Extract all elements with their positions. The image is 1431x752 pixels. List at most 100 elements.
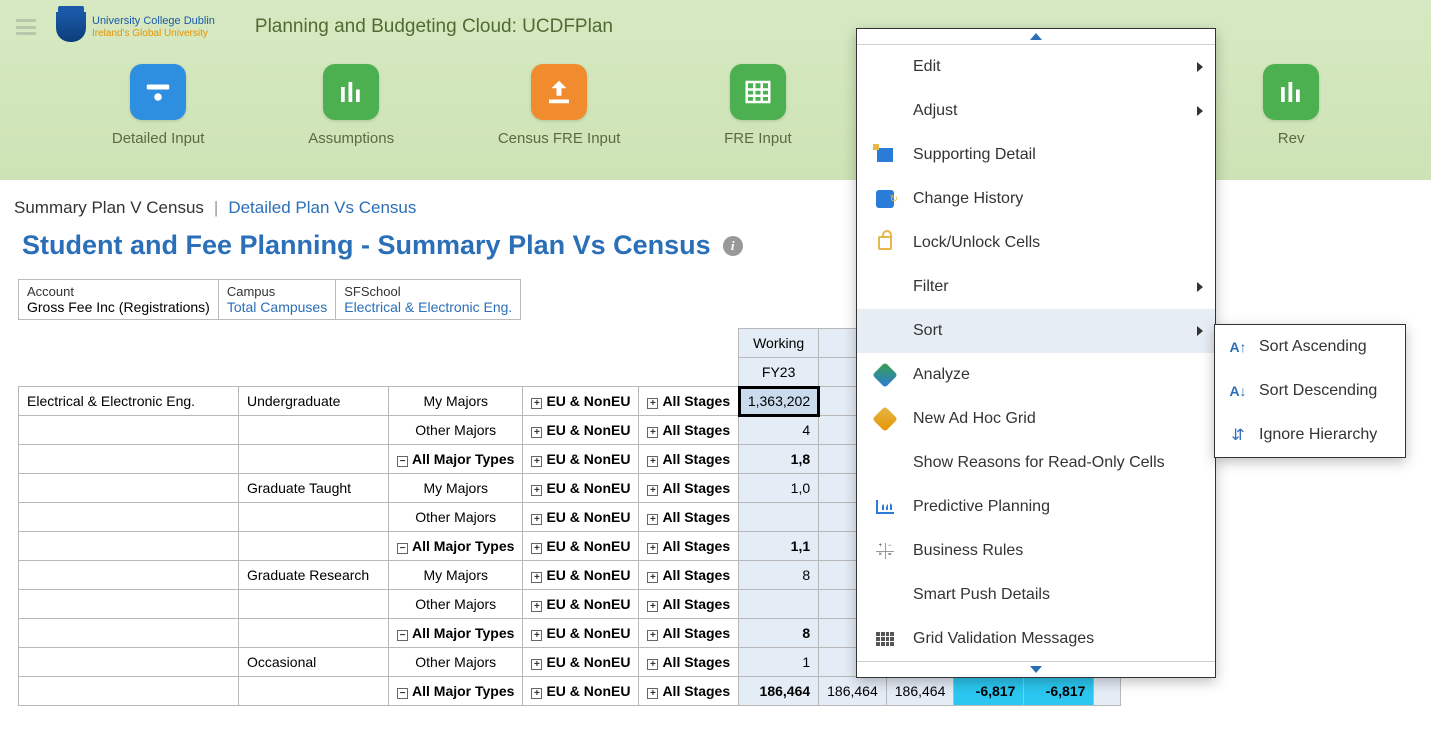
cell-value[interactable] [739,503,819,532]
row-stage[interactable]: +All Stages [639,503,739,532]
row-level[interactable] [239,619,389,648]
cell-value[interactable]: 1 [739,648,819,677]
cell-value[interactable]: 1,363,202 [739,387,819,416]
cell-value[interactable]: 1,8 [739,445,819,474]
cell-value[interactable]: 186,464 [739,677,819,706]
row-eu[interactable]: +EU & NonEU [523,387,639,416]
row-major[interactable]: Other Majors [389,590,523,619]
row-stage[interactable]: +All Stages [639,387,739,416]
variance-2[interactable]: -6,817 [1024,677,1094,706]
row-major[interactable]: −All Major Types [389,445,523,474]
row-level[interactable] [239,445,389,474]
row-dim [19,445,239,474]
cell-value[interactable]: 1,1 [739,532,819,561]
submenu-label: Ignore Hierarchy [1259,426,1377,444]
menu-business-rules[interactable]: +−×= Business Rules [857,529,1215,573]
row-level[interactable]: Graduate Research [239,561,389,590]
menu-icon[interactable] [16,19,36,35]
row-major[interactable]: Other Majors [389,648,523,677]
menu-analyze[interactable]: Analyze [857,353,1215,397]
nav-item-assumptions[interactable]: Assumptions [308,64,394,147]
menu-grid-validation-messages[interactable]: Grid Validation Messages [857,617,1215,661]
menu-item-icon [873,101,897,121]
nav-item-detailed-input[interactable]: Detailed Input [112,64,205,147]
row-eu[interactable]: +EU & NonEU [523,648,639,677]
menu-adjust[interactable]: Adjust [857,89,1215,133]
cell-value[interactable]: 1,0 [739,474,819,503]
row-major[interactable]: −All Major Types [389,677,523,706]
breadcrumb-link[interactable]: Detailed Plan Vs Census [228,198,416,218]
row-level[interactable] [239,503,389,532]
row-stage[interactable]: +All Stages [639,619,739,648]
menu-item-icon [873,189,897,209]
row-major[interactable]: Other Majors [389,503,523,532]
pov-school[interactable]: SFSchool Electrical & Electronic Eng. [336,280,520,319]
nav-item-rev[interactable]: Rev [1263,64,1319,147]
row-eu[interactable]: +EU & NonEU [523,532,639,561]
variance-1[interactable]: -6,817 [954,677,1024,706]
row-stage[interactable]: +All Stages [639,590,739,619]
menu-new-ad-hoc-grid[interactable]: New Ad Hoc Grid [857,397,1215,441]
row-level[interactable] [239,416,389,445]
row-major[interactable]: Other Majors [389,416,523,445]
submenu-sort-ascending[interactable]: A↑Sort Ascending [1215,325,1405,369]
menu-filter[interactable]: Filter [857,265,1215,309]
row-major[interactable]: −All Major Types [389,619,523,648]
row-eu[interactable]: +EU & NonEU [523,445,639,474]
row-level[interactable] [239,677,389,706]
row-level[interactable]: Graduate Taught [239,474,389,503]
row-level[interactable] [239,590,389,619]
cell-value[interactable]: 8 [739,619,819,648]
pov-campus[interactable]: Campus Total Campuses [219,280,336,319]
nav-item-fre-input[interactable]: FRE Input [724,64,792,147]
menu-item-icon [873,453,897,473]
sort-submenu[interactable]: A↑Sort AscendingA↓Sort Descending⇵Ignore… [1214,324,1406,458]
menu-scroll-down[interactable] [857,661,1215,677]
row-eu[interactable]: +EU & NonEU [523,561,639,590]
cell-value[interactable] [739,590,819,619]
row-major[interactable]: −All Major Types [389,532,523,561]
menu-show-reasons-for-read-only-cells[interactable]: Show Reasons for Read-Only Cells [857,441,1215,485]
row-eu[interactable]: +EU & NonEU [523,416,639,445]
row-major[interactable]: My Majors [389,474,523,503]
menu-sort[interactable]: Sort [857,309,1215,353]
row-stage[interactable]: +All Stages [639,474,739,503]
row-stage[interactable]: +All Stages [639,561,739,590]
nav-item-census-fre-input[interactable]: Census FRE Input [498,64,621,147]
row-eu[interactable]: +EU & NonEU [523,474,639,503]
row-stage[interactable]: +All Stages [639,416,739,445]
info-icon[interactable]: i [723,236,743,256]
menu-supporting-detail[interactable]: Supporting Detail [857,133,1215,177]
row-major[interactable]: My Majors [389,561,523,590]
submenu-sort-descending[interactable]: A↓Sort Descending [1215,369,1405,413]
menu-lock-unlock-cells[interactable]: Lock/Unlock Cells [857,221,1215,265]
cell-value[interactable]: 8 [739,561,819,590]
row-eu[interactable]: +EU & NonEU [523,619,639,648]
menu-item-icon [873,585,897,605]
row-level[interactable] [239,532,389,561]
menu-scroll-up[interactable] [857,29,1215,45]
menu-predictive-planning[interactable]: Predictive Planning [857,485,1215,529]
menu-change-history[interactable]: Change History [857,177,1215,221]
submenu-ignore-hierarchy[interactable]: ⇵Ignore Hierarchy [1215,413,1405,457]
uni-name: University College Dublin [92,15,215,27]
row-stage[interactable]: +All Stages [639,532,739,561]
row-eu[interactable]: +EU & NonEU [523,677,639,706]
row-level[interactable]: Occasional [239,648,389,677]
row-stage[interactable]: +All Stages [639,677,739,706]
cell-value[interactable]: 4 [739,416,819,445]
row-stage[interactable]: +All Stages [639,445,739,474]
menu-item-icon [873,321,897,341]
menu-edit[interactable]: Edit [857,45,1215,89]
row-dim [19,590,239,619]
table-row[interactable]: −All Major Types +EU & NonEU +All Stages… [19,677,1121,706]
row-stage[interactable]: +All Stages [639,648,739,677]
row-eu[interactable]: +EU & NonEU [523,590,639,619]
context-menu[interactable]: Edit Adjust Supporting Detail Change His… [856,28,1216,678]
row-eu[interactable]: +EU & NonEU [523,503,639,532]
row-major[interactable]: My Majors [389,387,523,416]
row-level[interactable]: Undergraduate [239,387,389,416]
menu-smart-push-details[interactable]: Smart Push Details [857,573,1215,617]
menu-item-label: Smart Push Details [913,586,1050,604]
row-dim [19,561,239,590]
